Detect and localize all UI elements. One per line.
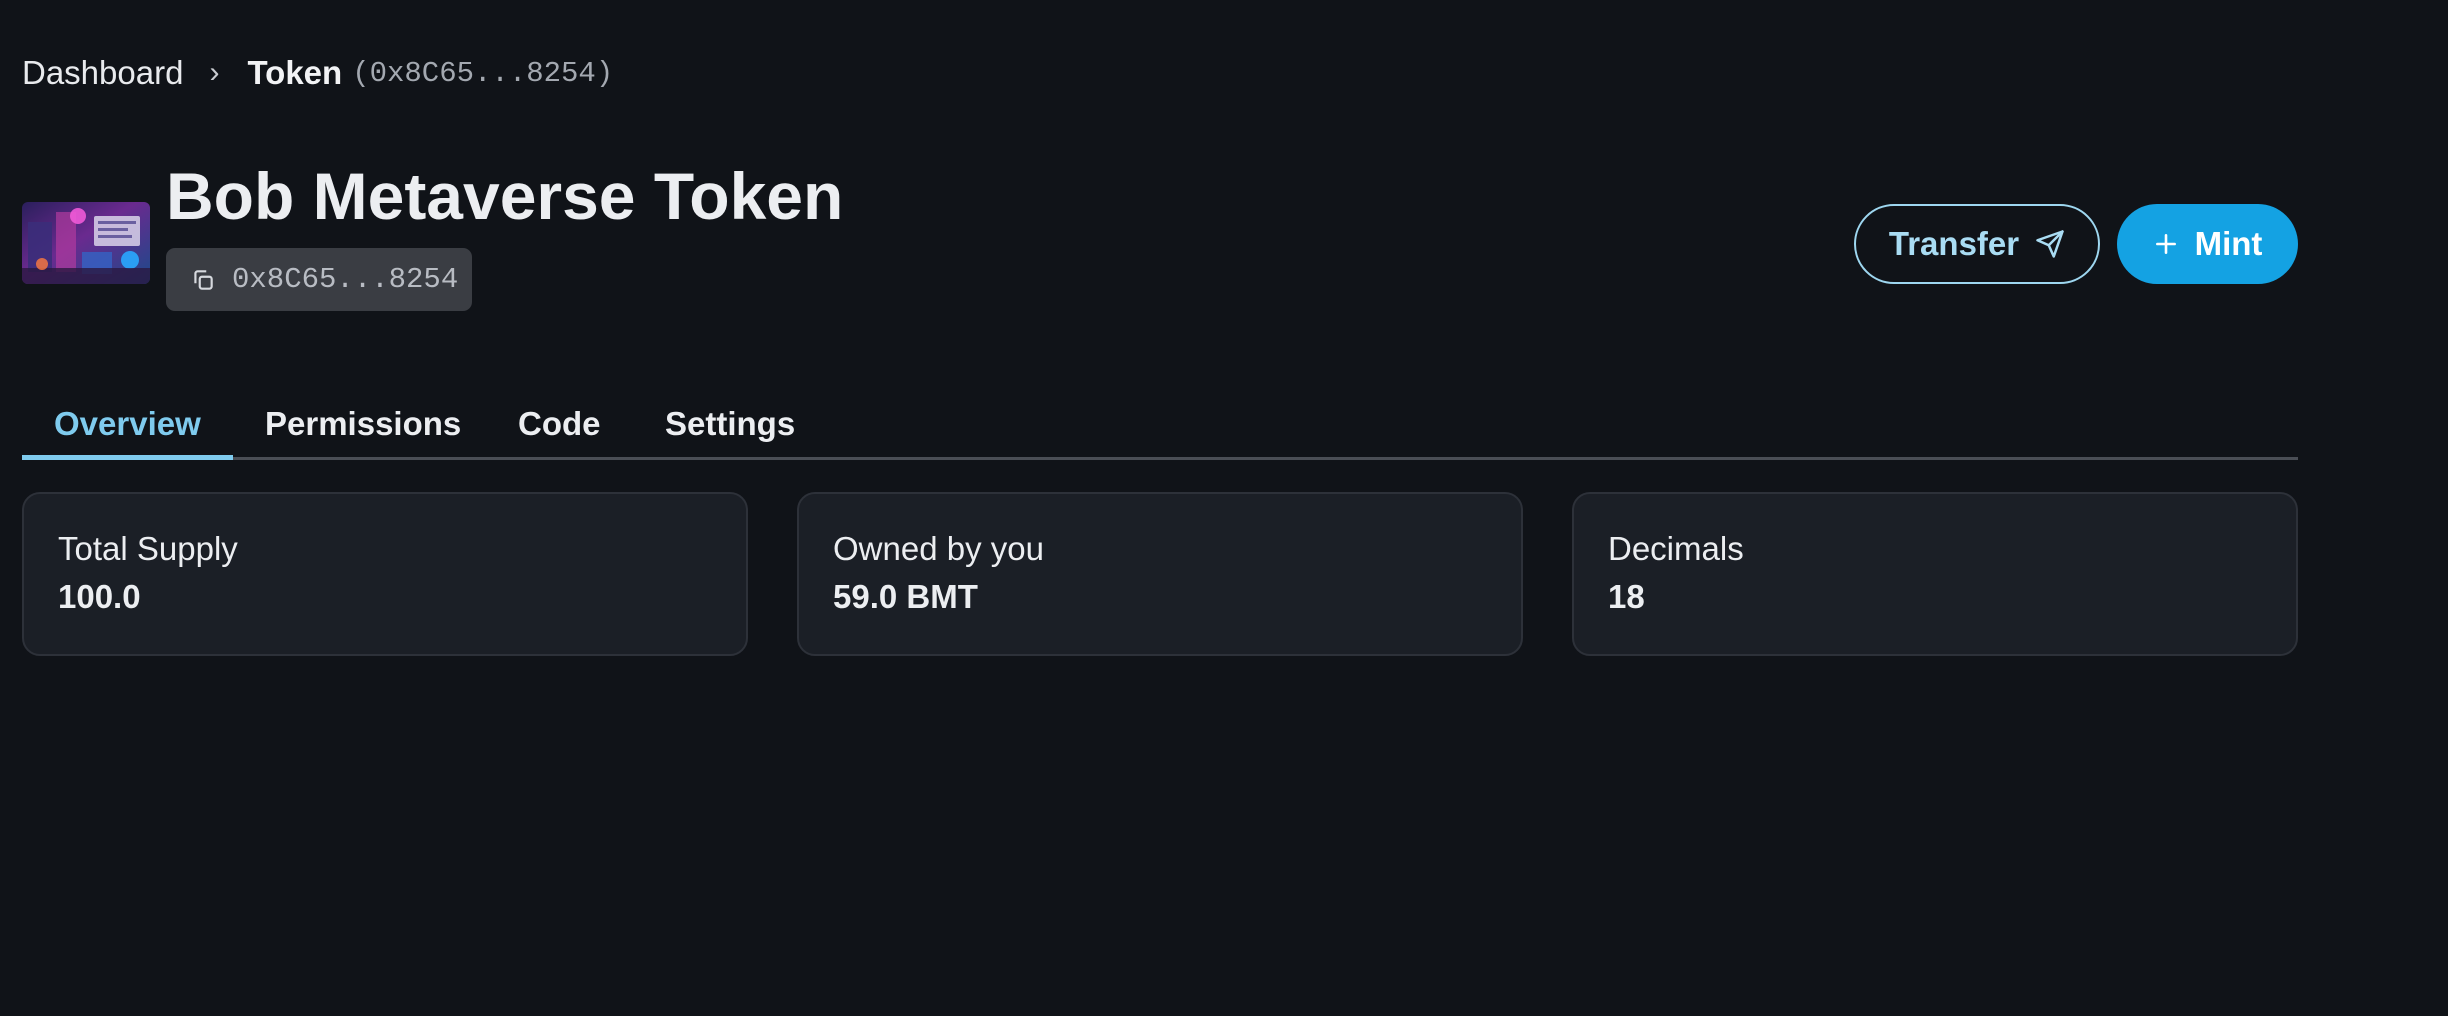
transfer-button[interactable]: Transfer [1854,204,2100,284]
token-address: 0x8C65...8254 [232,263,459,296]
mint-button[interactable]: Mint [2117,204,2298,284]
transfer-button-label: Transfer [1888,225,2020,262]
stat-card-decimals: Decimals 18 [1572,492,2298,656]
plus-icon [2153,231,2179,257]
page-title: Bob Metaverse Token [166,159,844,233]
tab-overview[interactable]: Overview [54,390,201,460]
send-icon [2035,229,2065,259]
breadcrumb-address: (0x8C65...8254) [352,56,614,90]
mint-button-label: Mint [2194,225,2263,262]
breadcrumb: Dashboard › Token (0x8C65...8254) [22,50,613,96]
copy-icon [190,267,216,293]
stat-label: Owned by you [833,530,1044,567]
chevron-right-icon: › [209,56,220,89]
stat-card-total-supply: Total Supply 100.0 [22,492,748,656]
breadcrumb-current: Token [247,54,343,91]
active-tab-indicator [22,455,233,460]
stat-value: 100.0 [58,578,141,615]
tab-code[interactable]: Code [518,390,601,460]
copy-address-button[interactable]: 0x8C65...8254 [166,248,472,311]
stat-value: 59.0 BMT [833,578,978,615]
tab-settings[interactable]: Settings [665,390,795,460]
tab-bar: Overview Permissions Code Settings [22,390,2298,460]
stat-label: Decimals [1608,530,1744,567]
stat-value: 18 [1608,578,1645,615]
token-page: Dashboard › Token (0x8C65...8254) Bob Me… [0,0,2448,1016]
breadcrumb-dashboard-link[interactable]: Dashboard [22,54,183,92]
tab-permissions[interactable]: Permissions [265,390,461,460]
stat-label: Total Supply [58,530,238,567]
stat-card-owned-by-you: Owned by you 59.0 BMT [797,492,1523,656]
token-artwork-image [22,202,150,284]
